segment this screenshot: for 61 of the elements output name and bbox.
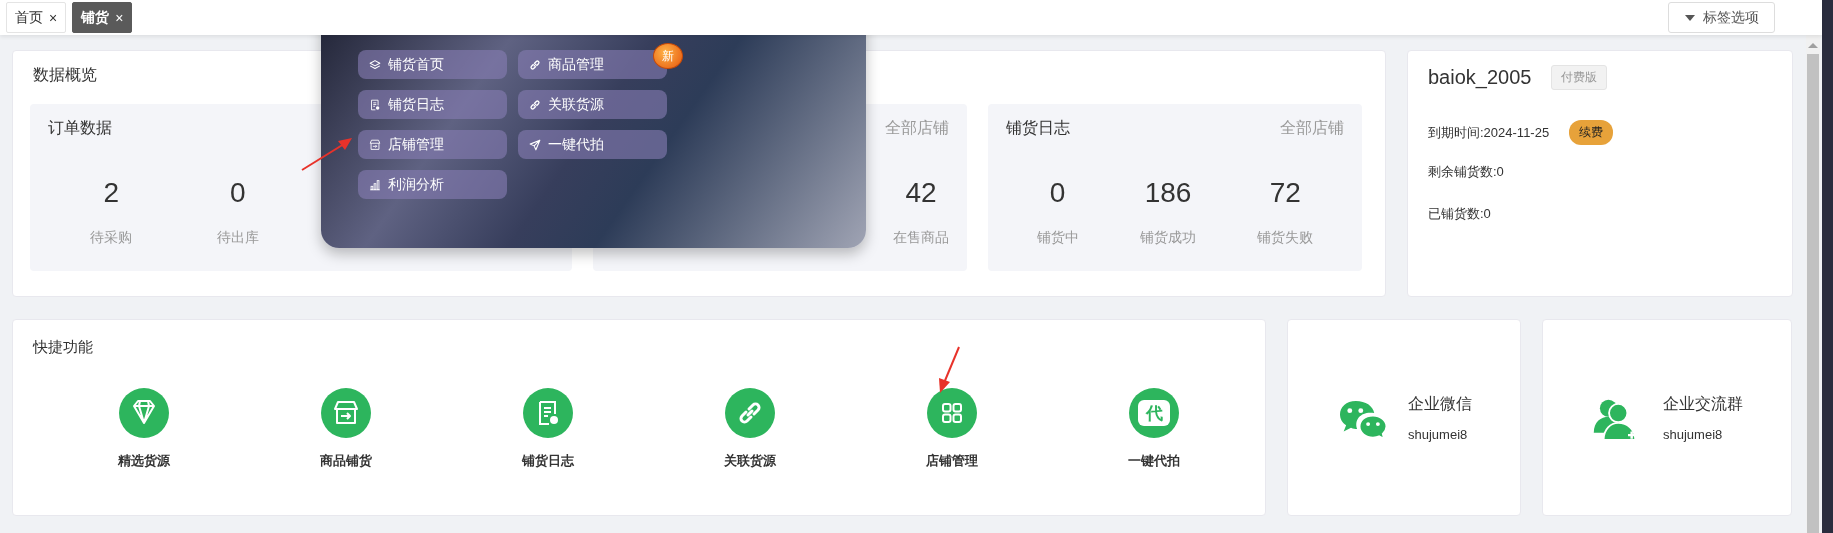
stat-value: 72 — [1269, 177, 1301, 209]
stat-value: 0 — [229, 177, 246, 209]
link-icon — [528, 97, 542, 112]
store-icon[interactable] — [321, 388, 371, 438]
stat-label: 待采购 — [90, 229, 133, 247]
shortcut-link[interactable]: 铺货日志 — [522, 452, 574, 470]
shortcut-link[interactable]: 商品铺货 — [320, 452, 372, 470]
menu-item[interactable]: 利润分析 — [358, 170, 507, 199]
panel-title: 铺货日志 — [1006, 118, 1070, 138]
stat-label: 在售商品 — [893, 229, 949, 247]
menu-item[interactable]: 铺货日志 — [358, 90, 507, 119]
menu-item[interactable]: 一键代拍 — [518, 130, 667, 159]
grid-icon[interactable] — [927, 388, 977, 438]
shortcut-link[interactable]: 一键代拍 — [1128, 452, 1180, 470]
document-icon[interactable] — [523, 388, 573, 438]
close-icon[interactable]: × — [49, 9, 58, 26]
shortcut-link[interactable]: 精选货源 — [118, 452, 170, 470]
used-count: 已铺货数:0 — [1428, 205, 1492, 223]
annotation-arrow — [300, 136, 354, 172]
username: baiok_2005 — [1428, 66, 1532, 89]
tab-options-button[interactable]: 标签选项 — [1668, 2, 1775, 33]
stat-label: 铺货失败 — [1257, 229, 1314, 247]
renew-button[interactable]: 续费 — [1569, 120, 1614, 145]
store-icon — [368, 137, 382, 152]
link-icon[interactable] — [725, 388, 775, 438]
stat-value: 186 — [1144, 177, 1192, 209]
close-icon[interactable]: × — [115, 9, 124, 26]
caret-icon — [1684, 14, 1695, 21]
panel-title: 订单数据 — [48, 118, 112, 138]
contact-account: shujumei8 — [1663, 426, 1724, 442]
tab[interactable]: 首页 × — [6, 2, 67, 33]
contact-account: shujumei8 — [1408, 426, 1469, 442]
section-title: 快捷功能 — [33, 338, 94, 357]
bar-chart-icon — [368, 177, 382, 192]
paper-plane-icon — [528, 137, 542, 152]
plan-badge: 付费版 — [1551, 65, 1608, 90]
stat-label: 铺货成功 — [1140, 229, 1196, 247]
document-icon — [368, 97, 382, 112]
stat-label: 铺货中 — [1036, 229, 1079, 247]
layers-icon — [368, 57, 382, 72]
stat-value: 0 — [1049, 177, 1066, 209]
scope-label: 全部店铺 — [1280, 118, 1344, 138]
expiry-date: 到期时间:2024-11-25 — [1428, 123, 1550, 142]
menu-item[interactable]: 店铺管理 — [358, 130, 507, 159]
stat-label: 待出库 — [216, 229, 259, 247]
stat-value: 42 — [905, 177, 937, 209]
menu-item[interactable]: 铺货首页 — [358, 50, 507, 79]
new-badge: 新 — [653, 43, 683, 69]
contact-title: 企业交流群 — [1663, 393, 1743, 414]
stat-value: 2 — [103, 177, 120, 209]
menu-item[interactable]: 关联货源 — [518, 90, 667, 119]
contact-title: 企业微信 — [1408, 393, 1472, 414]
link-icon — [528, 57, 542, 72]
remaining-count: 剩余铺货数:0 — [1428, 163, 1505, 181]
annotation-arrow — [936, 345, 962, 395]
scope-label: 全部店铺 — [885, 118, 949, 138]
shortcut-link[interactable]: 店铺管理 — [926, 452, 978, 470]
scrollbar[interactable] — [1806, 35, 1820, 533]
tab[interactable]: 铺货 × — [72, 2, 133, 33]
shortcut-link[interactable]: 关联货源 — [724, 452, 776, 470]
section-title: 数据概览 — [33, 65, 98, 85]
